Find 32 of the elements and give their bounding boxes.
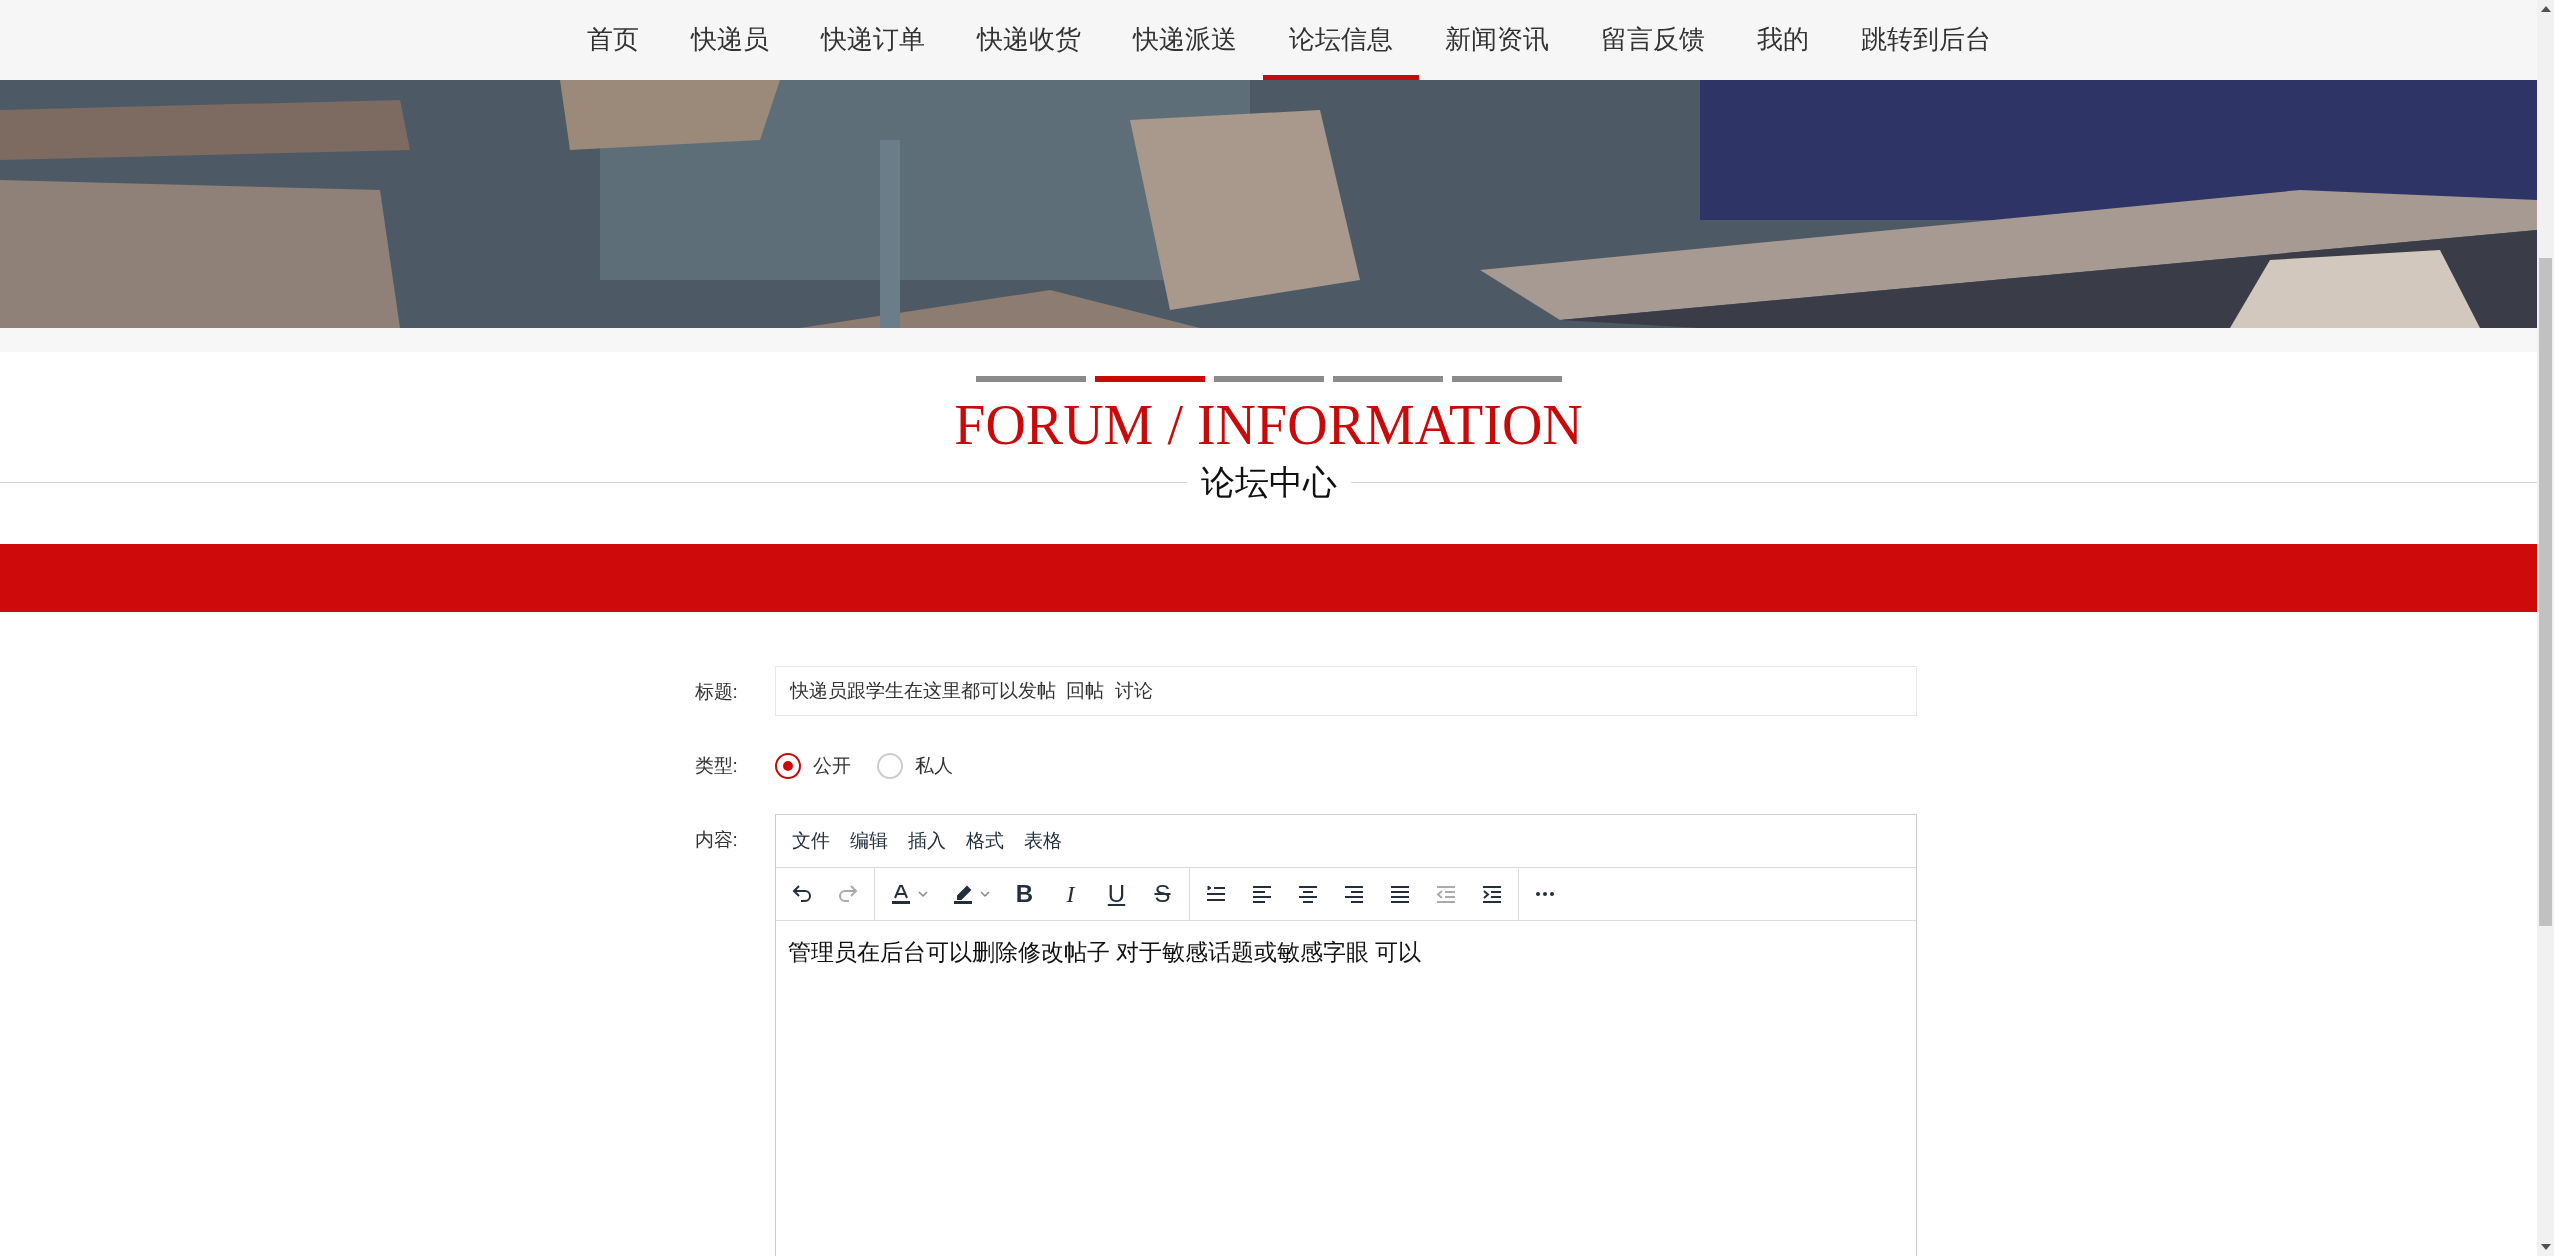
field-label: 内容: — [694, 828, 739, 852]
nav-tab[interactable]: 我的 — [1730, 0, 1835, 80]
title-field[interactable]: 快递员跟学生在这里都可以发帖 回帖 讨论 — [774, 666, 1917, 716]
editor-menu-item[interactable]: 格式 — [957, 824, 1012, 858]
radio-icon[interactable] — [774, 753, 801, 779]
italic-button[interactable]: I — [1058, 882, 1083, 906]
nav-tab[interactable]: 快递订单 — [794, 0, 951, 80]
nav-tab[interactable]: 留言反馈 — [1574, 0, 1731, 80]
underline-button[interactable]: U — [1104, 882, 1129, 906]
strike-button[interactable]: S — [1150, 882, 1175, 906]
section-title: FORUM / INFORMATION — [954, 393, 1583, 458]
section-subtitle: 论坛中心 — [1199, 462, 1338, 503]
editor-menu-item[interactable]: 插入 — [899, 824, 954, 858]
nav-tab[interactable]: 首页 — [560, 0, 665, 80]
radio-label: 私人 — [914, 754, 953, 778]
radio-label: 公开 — [812, 754, 851, 778]
nav-tab[interactable]: 快递派送 — [1106, 0, 1263, 80]
editor-menu-item[interactable]: 表格 — [1015, 824, 1070, 858]
nav-tab[interactable]: 快递收货 — [950, 0, 1107, 80]
field-label: 类型: — [694, 754, 739, 778]
nav-tab[interactable]: 快递员 — [664, 0, 795, 80]
editor-text: 管理员在后台可以删除修改帖子 对于敏感话题或敏感字眼 可以 — [786, 938, 1423, 967]
radio-option[interactable]: 公开 — [774, 753, 851, 779]
editor-menu-item[interactable]: 编辑 — [841, 824, 896, 858]
scrollbar[interactable] — [2537, 0, 2554, 1256]
radio-option[interactable]: 私人 — [876, 753, 953, 779]
editor-menu-item[interactable]: 文件 — [783, 824, 838, 858]
rich-text-editor[interactable]: 文件 编辑 插入 格式 表格 B I U S 管理员在后台可以删除修改帖子 对于敏感话题或敏感字眼 可以 — [774, 814, 1917, 1256]
nav-tab[interactable]: 新闻资讯 — [1418, 0, 1575, 80]
field-label: 标题: — [694, 680, 739, 704]
bold-button[interactable]: B — [1012, 882, 1037, 906]
nav-tab[interactable]: 跳转到后台 — [1834, 0, 2017, 80]
